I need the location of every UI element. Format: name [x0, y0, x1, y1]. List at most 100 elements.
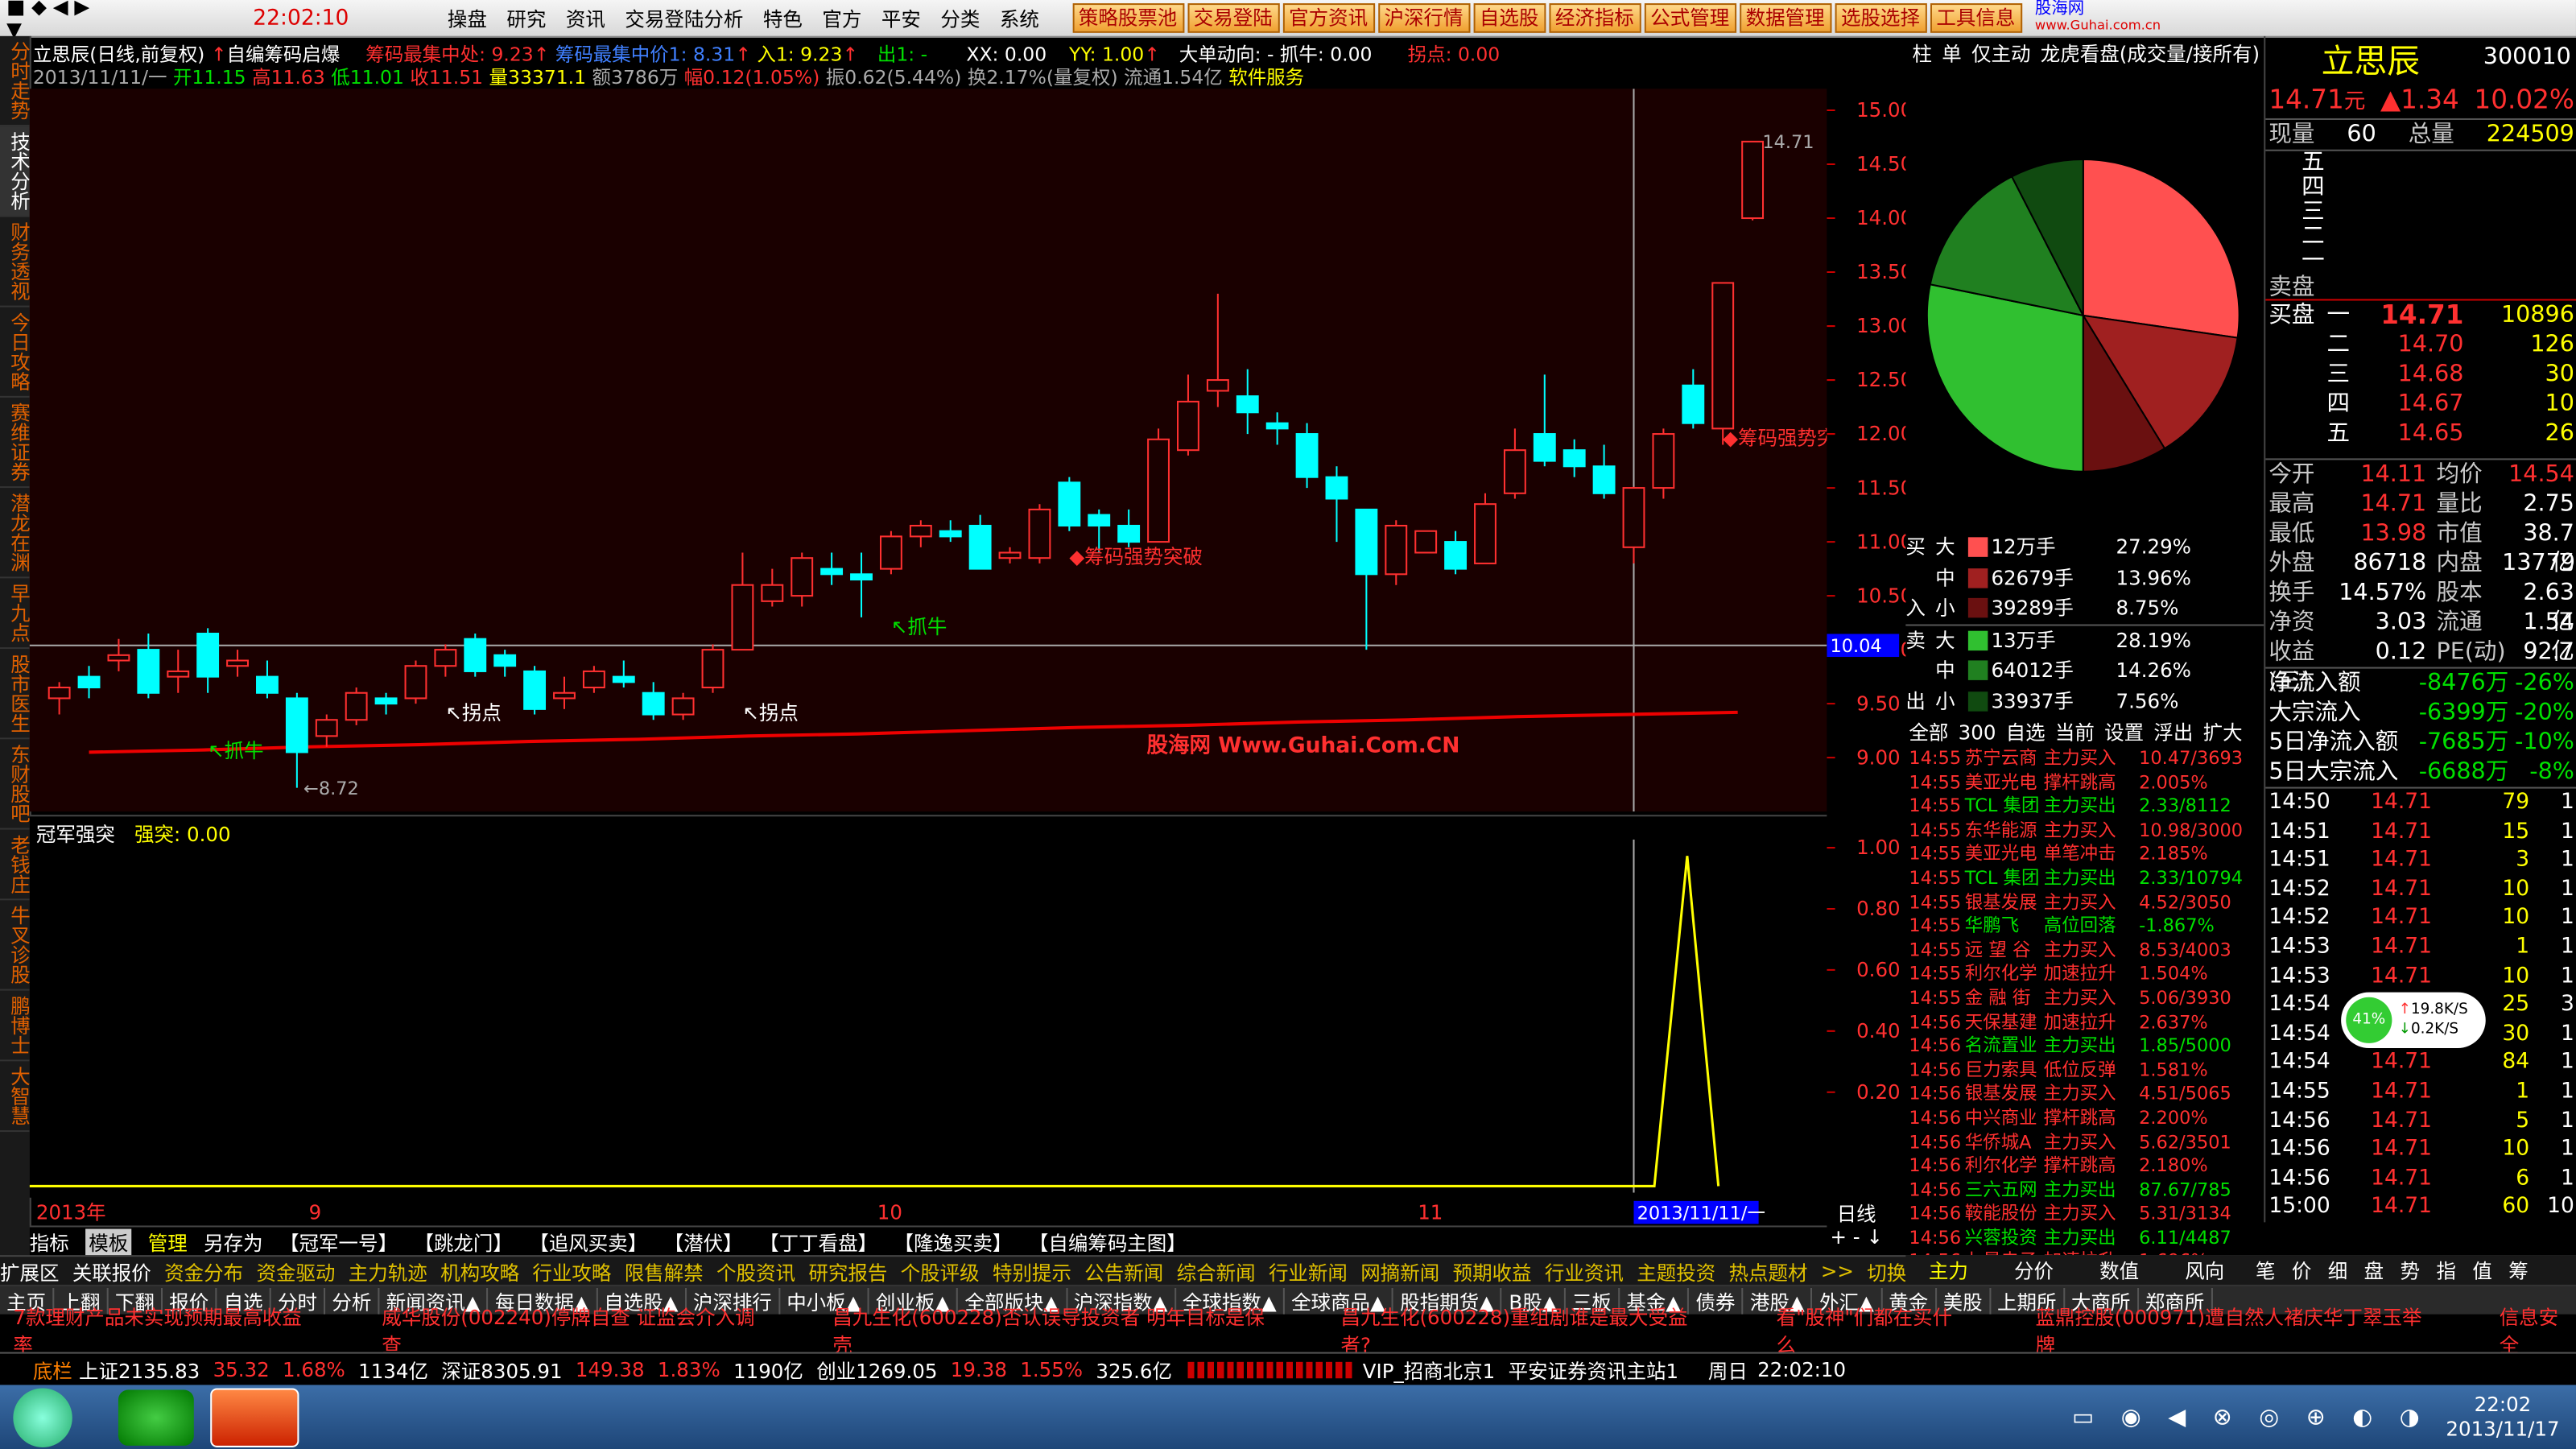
news-row[interactable]: 14:56 鞍能股份 主力买入 5.31/3134 — [1909, 1203, 2264, 1227]
app-icon[interactable] — [210, 1387, 299, 1447]
news-row[interactable]: 14:55 金 融 街主力买入 5.06/3930 — [1909, 987, 2264, 1011]
news-headline-0[interactable]: 7款理财产品未实现预期最高收益率 — [13, 1302, 312, 1358]
news-ctl-0[interactable]: 全部 — [1909, 718, 1948, 746]
quote-tab2-5[interactable]: 指 — [2428, 1256, 2464, 1284]
menu-6[interactable]: 平安 — [881, 4, 921, 32]
quote-tab2-7[interactable]: 筹 — [2500, 1256, 2537, 1284]
news-headline-2[interactable]: 昌九生化(600228)否认误导投资者 明年目标是保壳 — [832, 1302, 1272, 1358]
template-tab-9[interactable]: 【隆逸买卖】 — [894, 1228, 1012, 1256]
tool-button-7[interactable]: 数据管理 — [1739, 3, 1831, 33]
news-row[interactable]: 14:55 利尔化学 加速拉升 1.504% — [1909, 964, 2264, 988]
news-row[interactable]: 14:56 天保基建 加速拉升 2.637% — [1909, 1011, 2264, 1035]
func-tab-5[interactable]: 机构攻略 — [440, 1257, 519, 1286]
news-row[interactable]: 14:56 银基发展 主力买入 4.51/5065 — [1909, 1084, 2264, 1108]
func-tab-10[interactable]: 个股评级 — [901, 1257, 980, 1286]
menu-0[interactable]: 操盘 — [448, 4, 487, 32]
tool-button-9[interactable]: 工具信息 — [1930, 3, 2022, 33]
period-label[interactable]: 日线 — [1837, 1199, 1876, 1228]
news-row[interactable]: 14:55 银基发展 主力买入 4.52/3050 — [1909, 891, 2264, 915]
lower-indicator-panel[interactable]: 冠军强突 强突: 0.00 — [29, 815, 1827, 1198]
tool-button-1[interactable]: 交易登陆 — [1187, 3, 1279, 33]
side-tab-12[interactable]: 大智慧 — [0, 1061, 31, 1133]
menu-3[interactable]: 交易登陆分析 — [625, 4, 743, 32]
side-tab-1[interactable]: 技术分析 — [0, 126, 31, 217]
template-tab-2[interactable]: 管理 — [148, 1228, 188, 1256]
func-tab-19[interactable]: 热点题材 — [1729, 1257, 1808, 1286]
tool-button-0[interactable]: 策略股票池 — [1071, 3, 1184, 33]
func-tab-1[interactable]: 关联报价 — [72, 1257, 151, 1286]
news-row[interactable]: 14:56 巨力索具 低位反弹 1.581% — [1909, 1059, 2264, 1084]
news-headline-6[interactable]: 信息安全 — [2500, 1302, 2576, 1358]
quote-tab2-4[interactable]: 势 — [2392, 1256, 2428, 1284]
side-tab-8[interactable]: 东财股吧 — [0, 739, 31, 830]
template-tab-4[interactable]: 【冠军一号】 — [279, 1228, 398, 1256]
template-tab-0[interactable]: 指标 — [30, 1228, 69, 1256]
func-tab-4[interactable]: 主力轨迹 — [349, 1257, 427, 1286]
func-tab-9[interactable]: 研究报告 — [808, 1257, 887, 1286]
news-row[interactable]: 14:56 三六五网 主力买出 87.67/785 — [1909, 1179, 2264, 1203]
news-headline-4[interactable]: 看"股神"们都在买什么 — [1777, 1302, 1967, 1358]
menu-7[interactable]: 分类 — [940, 4, 980, 32]
side-tab-9[interactable]: 老钱庄 — [0, 830, 31, 901]
ie-icon[interactable] — [118, 1389, 194, 1445]
template-tab-7[interactable]: 【潜伏】 — [664, 1228, 743, 1256]
func-tab-18[interactable]: 主题投资 — [1637, 1257, 1715, 1286]
func-tab-6[interactable]: 行业攻略 — [532, 1257, 611, 1286]
menu-8[interactable]: 系统 — [1000, 4, 1039, 32]
news-headline-3[interactable]: 昌九生化(600228)重组剧谁是最大受益者? — [1341, 1302, 1707, 1358]
quote-tab2-3[interactable]: 盘 — [2356, 1256, 2392, 1284]
news-ctl-4[interactable]: 设置 — [2104, 718, 2144, 746]
tool-button-4[interactable]: 自选股 — [1472, 3, 1546, 33]
menu-2[interactable]: 资讯 — [566, 4, 605, 32]
quote-tab-1[interactable]: 分价 — [1991, 1256, 2076, 1284]
news-row[interactable]: 14:55 远 望 谷主力买入 8.53/4003 — [1909, 939, 2264, 964]
tool-button-3[interactable]: 沪深行情 — [1377, 3, 1470, 33]
news-row[interactable]: 14:55 华鹏飞 高位回落 -1.867% — [1909, 915, 2264, 939]
func-tab-8[interactable]: 个股资讯 — [716, 1257, 795, 1286]
tool-button-2[interactable]: 官方资讯 — [1282, 3, 1375, 33]
func-tab-3[interactable]: 资金驱动 — [256, 1257, 335, 1286]
quote-tab-3[interactable]: 风向 — [2162, 1256, 2248, 1284]
func-tab-13[interactable]: 综合新闻 — [1177, 1257, 1256, 1286]
tray-clock[interactable]: 22:02 2013/11/17 — [2446, 1393, 2559, 1442]
side-tab-3[interactable]: 今日攻略 — [0, 308, 31, 398]
quote-tab-0[interactable]: 主力 — [1905, 1256, 1991, 1284]
side-tab-2[interactable]: 财务透视 — [0, 217, 31, 308]
news-headline-5[interactable]: 蓝鼎控股(000971)遭自然人褚庆华丁翠玉举牌 — [2036, 1302, 2430, 1358]
news-row[interactable]: 14:56 华侨城A 主力买入 5.62/3501 — [1909, 1131, 2264, 1155]
net-speed-widget[interactable]: 41% ↑19.8K/S ↓0.2K/S — [2341, 992, 2486, 1049]
news-ctl-6[interactable]: 扩大 — [2203, 718, 2243, 746]
tool-button-5[interactable]: 经济指标 — [1548, 3, 1641, 33]
quote-tab2-6[interactable]: 值 — [2464, 1256, 2500, 1284]
func-tab-15[interactable]: 网摘新闻 — [1360, 1257, 1439, 1286]
tray-icons[interactable]: ▭ ◉ ◀ ⊗ ◎ ⊕ ◐ ◑ — [2072, 1404, 2429, 1430]
side-tab-6[interactable]: 早九点 — [0, 578, 31, 650]
quote-tab2-0[interactable]: 笔 — [2248, 1256, 2284, 1284]
side-tab-4[interactable]: 赛维证券 — [0, 398, 31, 489]
start-button[interactable] — [13, 1387, 72, 1447]
func-tab-20[interactable]: >> — [1821, 1260, 1854, 1283]
news-row[interactable]: 14:55 东华能源 主力买入 10.98/3000 — [1909, 819, 2264, 844]
news-row[interactable]: 14:56 利尔化学 撑杆跳高 2.180% — [1909, 1155, 2264, 1179]
func-tab-14[interactable]: 行业新闻 — [1269, 1257, 1348, 1286]
side-tab-10[interactable]: 牛叉诊股 — [0, 900, 31, 991]
template-tab-1[interactable]: 模板 — [85, 1228, 132, 1257]
status-label[interactable]: 底栏 — [33, 1356, 72, 1385]
side-tab-5[interactable]: 潜龙在渊 — [0, 488, 31, 579]
quote-tab2-2[interactable]: 细 — [2320, 1256, 2356, 1284]
menu-1[interactable]: 研究 — [506, 4, 546, 32]
pie-tab-2[interactable]: 仅主动 — [1971, 39, 2031, 67]
tool-button-8[interactable]: 选股选择 — [1834, 3, 1927, 33]
news-row[interactable]: 14:55 美亚光电 单笔冲击 2.185% — [1909, 844, 2264, 868]
side-tab-11[interactable]: 鹏博士 — [0, 991, 31, 1062]
func-tab-12[interactable]: 公告新闻 — [1084, 1257, 1163, 1286]
func-tab-2[interactable]: 资金分布 — [164, 1257, 243, 1286]
news-ctl-1[interactable]: 300 — [1959, 720, 1996, 744]
pie-tab-1[interactable]: 单 — [1942, 39, 1962, 67]
side-tab-0[interactable]: 分时走势 — [0, 36, 31, 127]
zoom-controls[interactable]: + - ↓ — [1830, 1225, 1882, 1249]
news-ctl-5[interactable]: 浮出 — [2153, 718, 2193, 746]
news-row[interactable]: 14:55 苏宁云商 主力买入 10.47/3693 — [1909, 748, 2264, 772]
template-tab-5[interactable]: 【跳龙门】 — [414, 1228, 512, 1256]
func-tab-0[interactable]: 扩展区 — [0, 1257, 60, 1286]
